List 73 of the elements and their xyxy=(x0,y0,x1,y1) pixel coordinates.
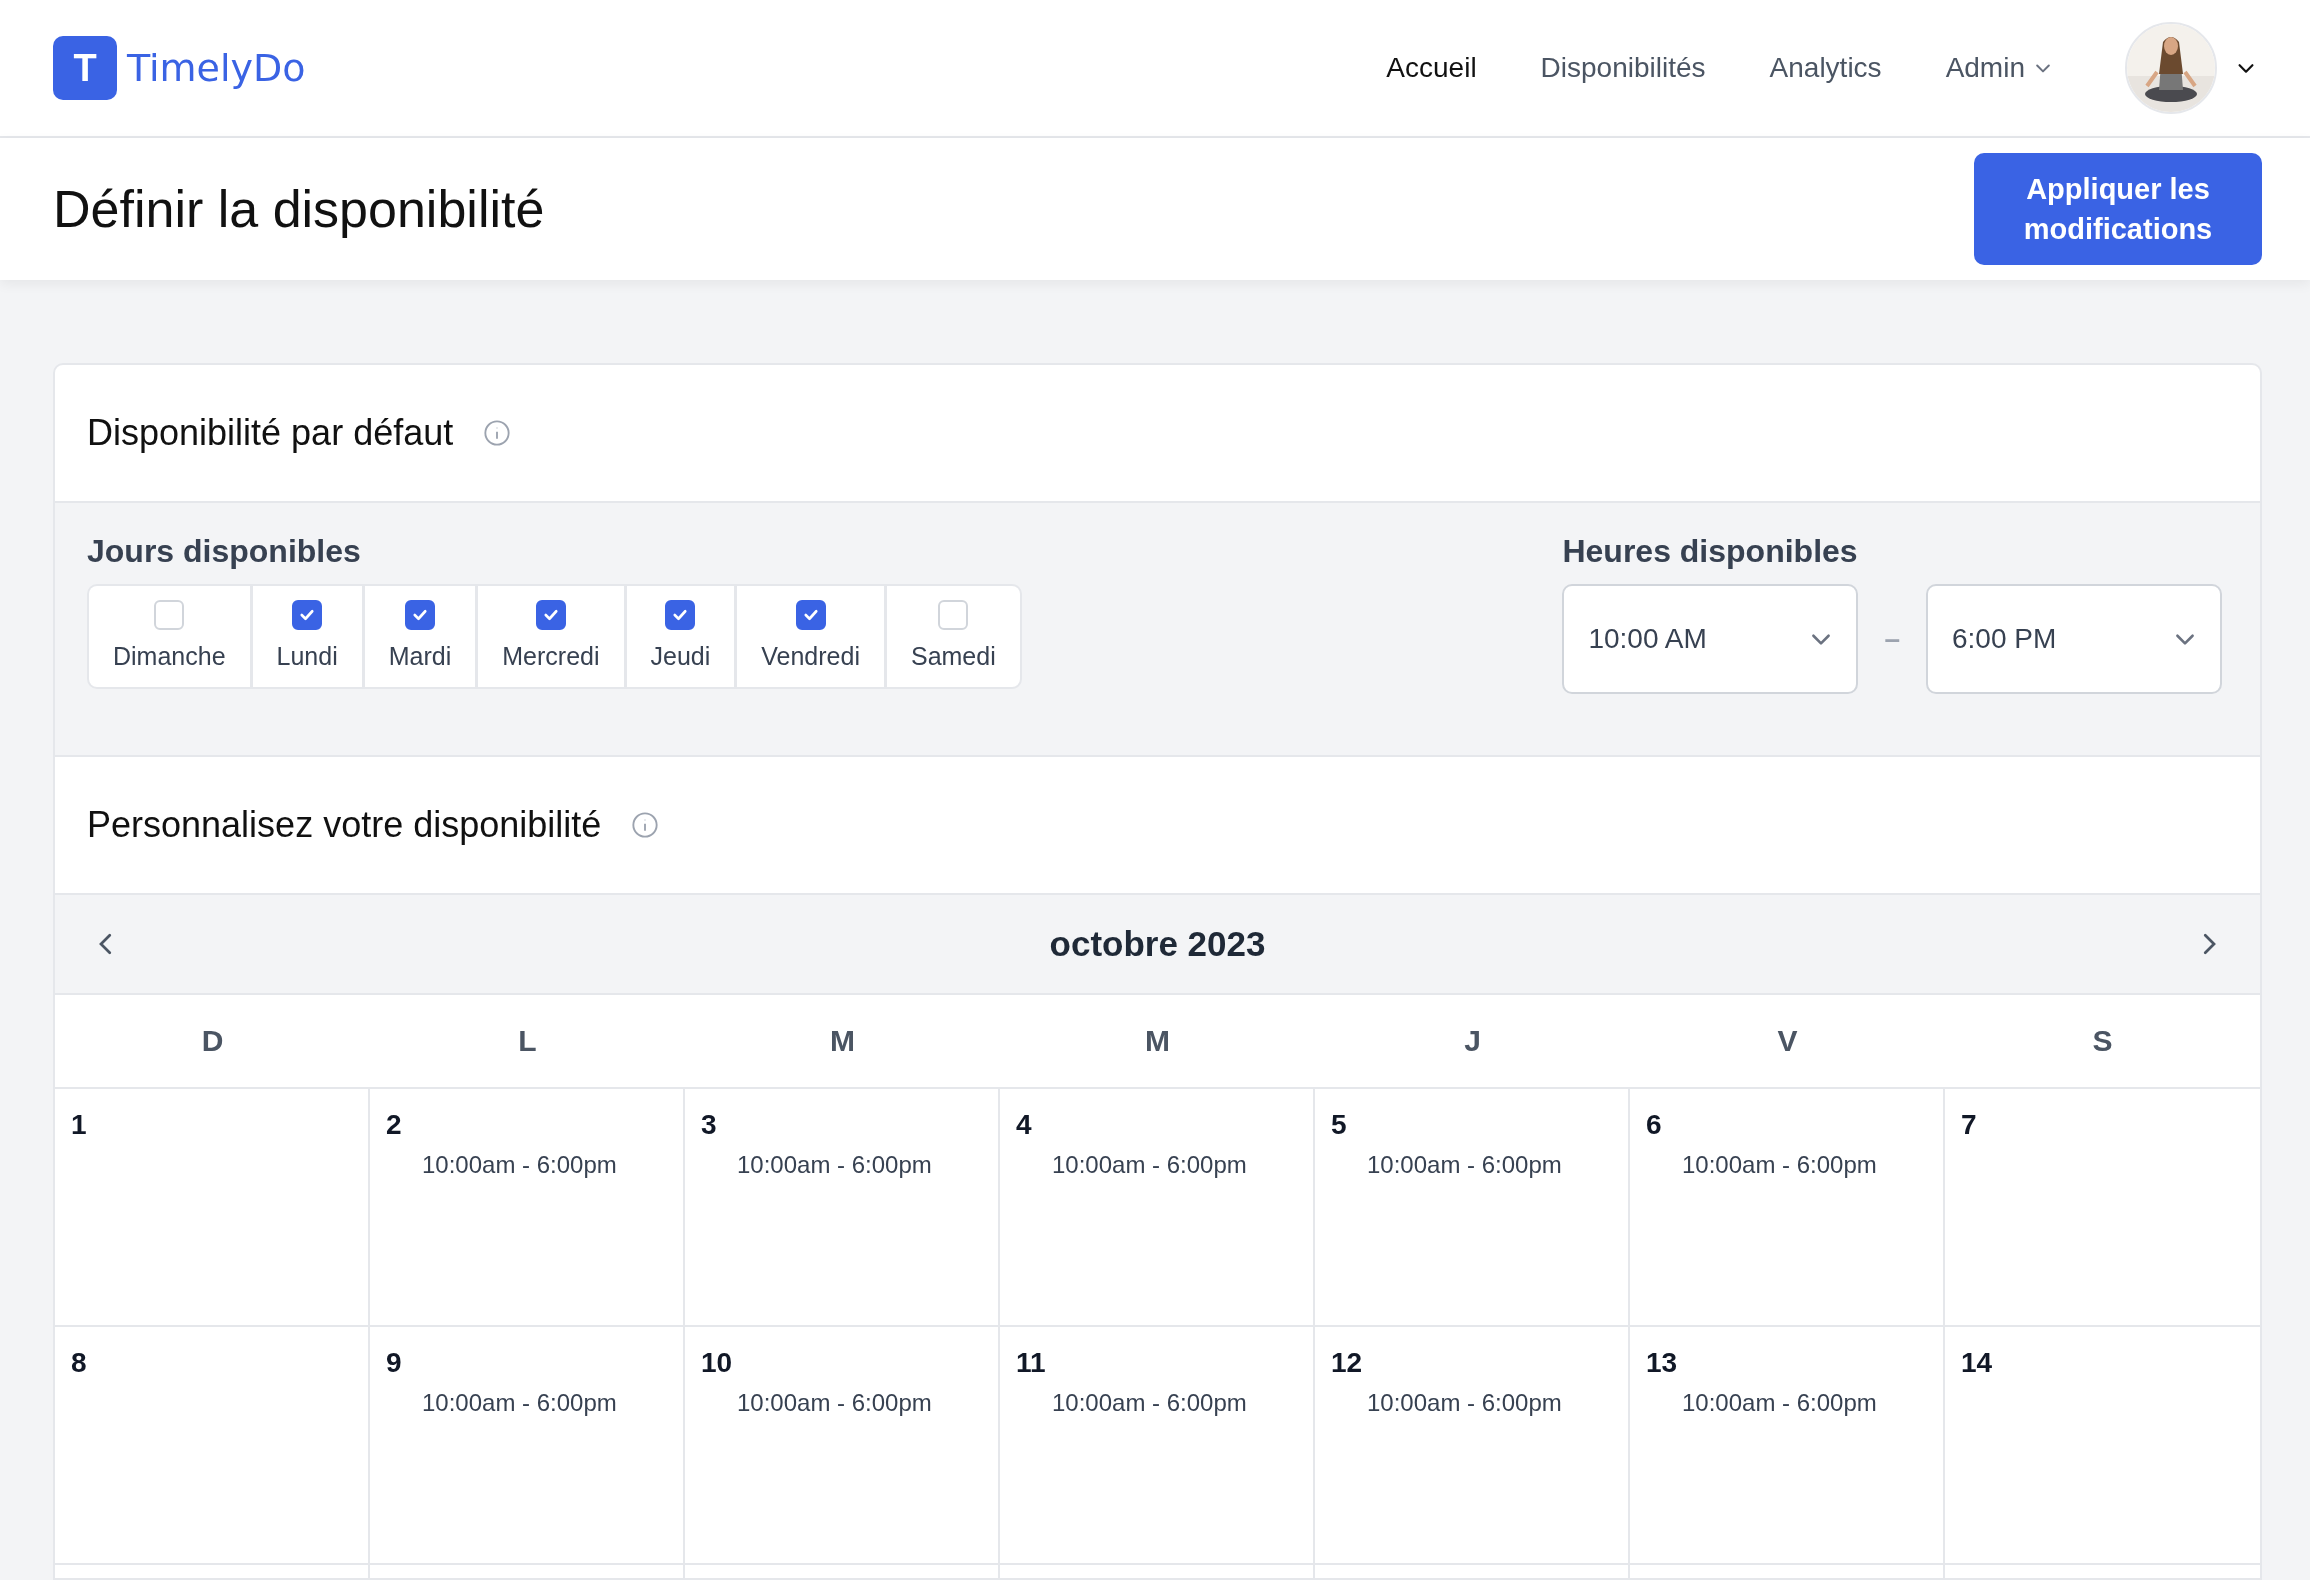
logo-icon: T xyxy=(53,36,117,100)
field-label: Heures disponibles xyxy=(1562,533,1859,570)
nav-link[interactable]: Admin xyxy=(1945,52,2053,84)
hours-range: 10:00am - 6:00pm xyxy=(422,1389,617,1417)
day-label: Vendredi xyxy=(761,642,860,671)
day-number: 4 xyxy=(1016,1109,1032,1141)
weekday-header: V xyxy=(1630,995,1945,1089)
hours-range: 10:00am - 6:00pm xyxy=(737,1389,932,1417)
calendar-day[interactable]: 11 10:00am - 6:00pm xyxy=(1000,1327,1315,1565)
checkbox[interactable] xyxy=(665,600,696,630)
nav-link[interactable]: Analytics xyxy=(1769,52,1882,84)
calendar-day[interactable]: 3 10:00am - 6:00pm xyxy=(685,1089,1000,1327)
day-label: Mardi xyxy=(388,642,452,671)
weekday-header: L xyxy=(370,995,685,1089)
hours-range: 10:00am - 6:00pm xyxy=(1052,1151,1247,1179)
hours-range: 10:00am - 6:00pm xyxy=(1367,1151,1562,1179)
calendar-day[interactable]: 1 xyxy=(55,1089,370,1327)
hours-range: 10:00am - 6:00pm xyxy=(737,1151,932,1179)
day-number: 9 xyxy=(386,1347,402,1379)
calendar-day[interactable]: 4 10:00am - 6:00pm xyxy=(1000,1089,1315,1327)
day-number: 12 xyxy=(1331,1347,1363,1379)
calendar-day[interactable]: 10 10:00am - 6:00pm xyxy=(685,1327,1000,1565)
checkbox[interactable] xyxy=(292,600,323,630)
weekday-header: D xyxy=(55,995,370,1089)
day-number: 14 xyxy=(1961,1347,1993,1379)
hours-range: 10:00am - 6:00pm xyxy=(1052,1389,1247,1417)
calendar-day[interactable]: 2 10:00am - 6:00pm xyxy=(370,1089,685,1327)
hours-range: 10:00am - 6:00pm xyxy=(1682,1389,1877,1417)
calendar-day[interactable]: 5 10:00am - 6:00pm xyxy=(1315,1089,1630,1327)
calendar-day[interactable]: 12 10:00am - 6:00pm xyxy=(1315,1327,1630,1565)
day-number: 1 xyxy=(71,1109,87,1141)
day-number: 2 xyxy=(386,1109,402,1141)
weekday-header: M xyxy=(1000,995,1315,1089)
day-number: 10 xyxy=(701,1347,733,1379)
day-number: 13 xyxy=(1646,1347,1678,1379)
section-title: Personnalisez votre disponibilité xyxy=(87,804,602,846)
time-select[interactable]: 10:00 AM xyxy=(1562,584,1859,694)
day-label: Lundi xyxy=(276,642,338,671)
range-separator: – xyxy=(1884,623,1900,655)
month-title: octobre 2023 xyxy=(1049,924,1266,964)
hours-range: 10:00am - 6:00pm xyxy=(1367,1389,1562,1417)
weekday-header: M xyxy=(685,995,1000,1089)
weekday-header: S xyxy=(1945,995,2260,1089)
apply-button[interactable]: Appliquer les modifications xyxy=(1974,153,2262,265)
field-label: Jours disponibles xyxy=(87,533,362,570)
nav-link[interactable]: Accueil xyxy=(1386,52,1477,84)
day-number: 7 xyxy=(1961,1109,1977,1141)
brand-name: TimelyDo xyxy=(127,46,306,90)
weekday-header: J xyxy=(1315,995,1630,1089)
day-number: 8 xyxy=(71,1347,87,1379)
day-number: 5 xyxy=(1331,1109,1347,1141)
day-label: Mercredi xyxy=(502,642,600,671)
calendar-day[interactable]: 7 xyxy=(1945,1089,2260,1327)
calendar-day[interactable]: 6 10:00am - 6:00pm xyxy=(1630,1089,1945,1327)
day-number: 11 xyxy=(1016,1347,1046,1379)
calendar-day[interactable]: 13 10:00am - 6:00pm xyxy=(1630,1327,1945,1565)
time-select[interactable]: 6:00 PM xyxy=(1926,584,2222,694)
page-title: Définir la disponibilité xyxy=(53,179,545,239)
checkbox[interactable] xyxy=(795,600,826,630)
calendar-day[interactable]: 8 xyxy=(55,1327,370,1565)
checkbox[interactable] xyxy=(405,600,435,630)
day-number: 6 xyxy=(1646,1109,1662,1141)
section-title: Disponibilité par défaut xyxy=(87,412,454,454)
calendar-day[interactable]: 14 xyxy=(1945,1327,2260,1565)
day-label: Samedi xyxy=(910,642,996,671)
hours-range: 10:00am - 6:00pm xyxy=(1682,1151,1877,1179)
hours-range: 10:00am - 6:00pm xyxy=(422,1151,617,1179)
nav-link[interactable]: Disponibilités xyxy=(1540,52,1706,84)
day-number: 3 xyxy=(701,1109,717,1141)
calendar-day[interactable]: 9 10:00am - 6:00pm xyxy=(370,1327,685,1565)
day-label: Dimanche xyxy=(113,642,226,671)
checkbox[interactable] xyxy=(535,600,566,630)
day-label: Jeudi xyxy=(650,642,711,671)
